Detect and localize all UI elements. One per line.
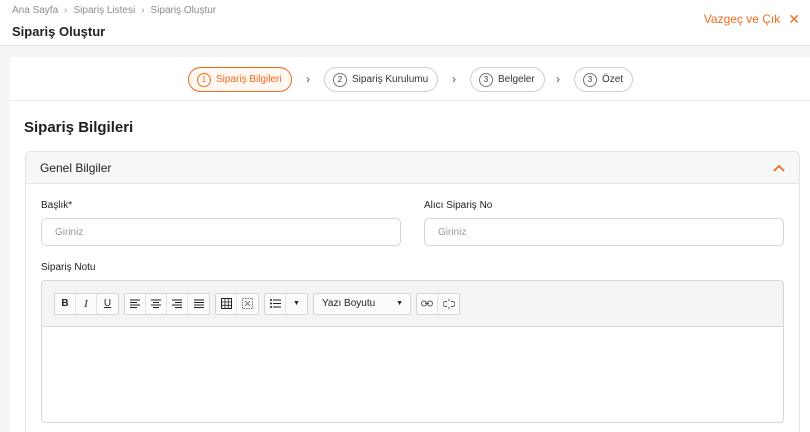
step-number: 2 bbox=[333, 72, 347, 87]
step-label: Sipariş Bilgileri bbox=[216, 74, 282, 85]
editor-content-area[interactable] bbox=[42, 327, 783, 422]
list-group: ▼ bbox=[264, 292, 308, 315]
align-center-icon[interactable] bbox=[146, 293, 167, 314]
underline-button[interactable]: U bbox=[97, 294, 118, 314]
order-note-editor: B I U ▼ Yazı Boyutu ▼ bbox=[41, 280, 784, 423]
chevron-right-icon: › bbox=[64, 5, 68, 16]
list-dropdown-icon[interactable]: ▼ bbox=[286, 294, 307, 314]
font-size-label: Yazı Boyutu bbox=[322, 298, 376, 309]
unlink-icon[interactable] bbox=[438, 294, 459, 314]
chevron-right-icon: › bbox=[452, 72, 456, 86]
buyer-order-no-label: Alıcı Sipariş No bbox=[424, 200, 493, 211]
step-label: Belgeler bbox=[498, 74, 535, 85]
breadcrumb-current: Sipariş Oluştur bbox=[150, 5, 217, 16]
step-order-setup[interactable]: 2 Sipariş Kurulumu bbox=[324, 67, 439, 92]
align-group bbox=[124, 292, 210, 315]
italic-button[interactable]: I bbox=[76, 293, 97, 314]
general-info-panel: Genel Bilgiler Başlık* Alıcı Sipariş No … bbox=[25, 151, 800, 432]
chevron-right-icon: › bbox=[306, 72, 310, 86]
title-input[interactable] bbox=[41, 218, 401, 246]
stepper: 1 Sipariş Bilgileri › 2 Sipariş Kurulumu… bbox=[10, 57, 810, 101]
top-bar: Ana Sayfa › Sipariş Listesi › Sipariş Ol… bbox=[0, 0, 810, 46]
breadcrumb-order-list[interactable]: Sipariş Listesi bbox=[74, 5, 136, 16]
title-label: Başlık* bbox=[41, 200, 73, 211]
buyer-order-no-input[interactable] bbox=[424, 218, 784, 246]
bold-button[interactable]: B bbox=[55, 293, 76, 314]
step-order-info[interactable]: 1 Sipariş Bilgileri bbox=[188, 67, 292, 92]
panel-title: Genel Bilgiler bbox=[40, 160, 112, 175]
section-title: Sipariş Bilgileri bbox=[24, 119, 134, 136]
table-group bbox=[215, 292, 259, 315]
step-number: 3 bbox=[479, 72, 493, 87]
chevron-right-icon: › bbox=[141, 5, 145, 16]
align-left-icon[interactable] bbox=[125, 293, 146, 314]
close-icon[interactable]: ✕ bbox=[788, 12, 800, 26]
table-icon[interactable] bbox=[216, 293, 237, 314]
table-delete-icon[interactable] bbox=[237, 294, 258, 314]
editor-toolbar: B I U ▼ Yazı Boyutu ▼ bbox=[42, 281, 783, 327]
bullet-list-icon[interactable] bbox=[265, 293, 286, 314]
order-note-label: Sipariş Notu bbox=[41, 262, 96, 273]
exit-button-label: Vazgeç ve Çık bbox=[703, 12, 781, 26]
step-documents[interactable]: 3 Belgeler bbox=[470, 67, 545, 92]
page-title: Sipariş Oluştur bbox=[12, 24, 106, 39]
breadcrumb: Ana Sayfa › Sipariş Listesi › Sipariş Ol… bbox=[12, 5, 216, 16]
text-style-group: B I U bbox=[54, 292, 119, 315]
breadcrumb-home[interactable]: Ana Sayfa bbox=[12, 5, 58, 16]
align-right-icon[interactable] bbox=[167, 293, 188, 314]
font-size-select[interactable]: Yazı Boyutu ▼ bbox=[313, 292, 411, 315]
form-card: 1 Sipariş Bilgileri › 2 Sipariş Kurulumu… bbox=[10, 57, 810, 432]
step-summary[interactable]: 3 Özet bbox=[574, 67, 634, 92]
panel-header[interactable]: Genel Bilgiler bbox=[26, 152, 799, 184]
align-justify-icon[interactable] bbox=[188, 294, 209, 314]
chevron-right-icon: › bbox=[556, 72, 560, 86]
step-number: 1 bbox=[197, 72, 211, 87]
step-label: Sipariş Kurulumu bbox=[352, 74, 429, 85]
step-label: Özet bbox=[602, 74, 624, 85]
exit-button[interactable]: Vazgeç ve Çık ✕ bbox=[704, 12, 800, 26]
caret-down-icon: ▼ bbox=[396, 300, 403, 307]
chevron-up-icon[interactable] bbox=[773, 160, 785, 175]
link-group bbox=[416, 292, 460, 315]
step-number: 3 bbox=[583, 72, 597, 87]
link-icon[interactable] bbox=[417, 293, 438, 314]
